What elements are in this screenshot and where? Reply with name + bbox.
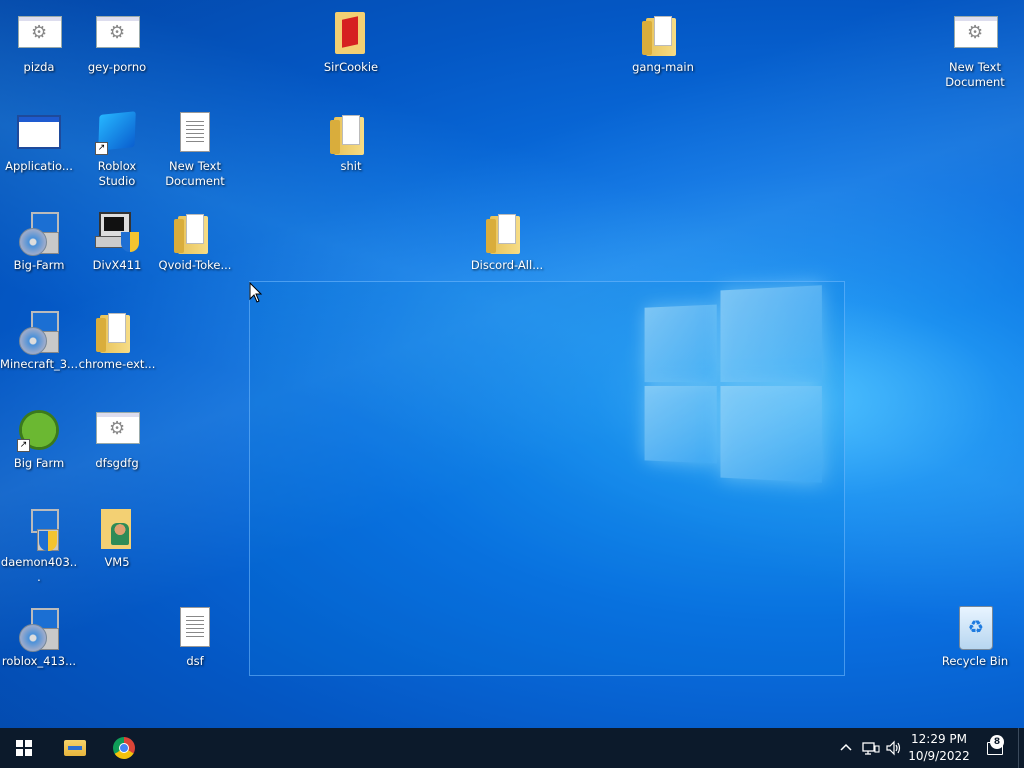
setup-icon	[19, 608, 59, 652]
config-file-icon: ⚙	[18, 16, 62, 48]
recycle-bin-icon: ♻	[959, 606, 993, 650]
desktop-icon-divx411[interactable]: DivX411	[78, 208, 156, 273]
desktop-icon-gang-main[interactable]: gang-main	[624, 10, 702, 75]
desktop-icon-big-farm-setup[interactable]: Big-Farm	[0, 208, 78, 273]
desktop-icon-label: shit	[340, 159, 362, 173]
show-hidden-icons-button[interactable]	[838, 728, 854, 768]
application-icon	[17, 115, 61, 149]
chrome-icon	[113, 737, 135, 759]
desktop-icon-new-text-document-top-right[interactable]: ⚙ New Text Document	[936, 10, 1014, 90]
desktop-icon-label: roblox_413...	[1, 654, 77, 668]
desktop-icon-recycle-bin[interactable]: ♻ Recycle Bin	[936, 604, 1014, 669]
desktop-icon-label: gang-main	[632, 60, 694, 74]
windows-start-icon	[16, 740, 32, 756]
desktop-icon-label: Qvoid-Toke...	[158, 258, 232, 272]
desktop-icon-roblox-studio[interactable]: ↗ Roblox Studio	[78, 109, 156, 189]
shortcut-arrow-icon: ↗	[17, 439, 30, 452]
network-icon	[862, 742, 880, 755]
text-file-icon	[180, 607, 210, 647]
desktop-icon-shit[interactable]: shit	[312, 109, 390, 174]
setup-icon	[19, 509, 59, 551]
desktop-icon-dsf[interactable]: dsf	[156, 604, 234, 669]
desktop-icon-minecraft[interactable]: Minecraft_3...	[0, 307, 78, 372]
desktop-icon-label: Recycle Bin	[941, 654, 1009, 668]
desktop-icon-label: dsf	[186, 654, 204, 668]
desktop-icon-label: gey-porno	[87, 60, 147, 74]
desktop-icon-label: New Text Document	[945, 60, 1005, 89]
user-folder-icon	[101, 509, 131, 549]
desktop-icon-label: New Text Document	[165, 159, 225, 188]
volume-button[interactable]	[885, 728, 903, 768]
desktop-icon-chrome-ext[interactable]: chrome-ext...	[78, 307, 156, 372]
folder-icon	[335, 12, 365, 54]
desktop-icon-big-farm[interactable]: ↗ Big Farm	[0, 406, 78, 471]
config-file-icon: ⚙	[96, 16, 140, 48]
desktop-icon-label: Big Farm	[13, 456, 65, 470]
taskbar: 12:29 PM 10/9/2022 8	[0, 728, 1024, 768]
folder-icon	[486, 214, 520, 254]
desktop-icon-label: pizda	[23, 60, 55, 74]
start-button[interactable]	[0, 728, 48, 768]
desktop-icon-sircookie[interactable]: SirCookie	[312, 10, 390, 75]
config-file-icon: ⚙	[954, 16, 998, 48]
desktop-icon-label: Applicatio...	[5, 159, 73, 173]
desktop-icon-roblox-installer[interactable]: roblox_413...	[0, 604, 78, 669]
setup-icon	[19, 311, 59, 355]
desktop-icon-label: dfsgdfg	[95, 456, 139, 470]
desktop-icon-vm5[interactable]: VM5	[78, 505, 156, 570]
folder-icon	[330, 115, 364, 155]
setup-icon	[19, 212, 59, 256]
volume-icon	[886, 740, 901, 756]
desktop-icon-dfsgdfg[interactable]: ⚙ dfsgdfg	[78, 406, 156, 471]
text-file-icon	[180, 112, 210, 152]
desktop-icon-pizda[interactable]: ⚙ pizda	[0, 10, 78, 75]
file-explorer-icon	[64, 740, 86, 756]
desktop-icon-qvoid-token[interactable]: Qvoid-Toke...	[156, 208, 234, 273]
clock-date: 10/9/2022	[908, 749, 970, 763]
desktop-icon-gey-porno[interactable]: ⚙ gey-porno	[78, 10, 156, 75]
mouse-cursor-icon	[249, 282, 263, 303]
desktop-icon-new-text-document[interactable]: New Text Document	[156, 109, 234, 189]
desktop-icon-label: Discord-All...	[470, 258, 544, 272]
desktop-icon-label: SirCookie	[323, 60, 379, 74]
desktop-icon-application[interactable]: Applicatio...	[0, 109, 78, 174]
desktop-icon-label: chrome-ext...	[78, 357, 156, 371]
action-center-button[interactable]: 8	[980, 728, 1010, 768]
setup-icon	[93, 208, 141, 256]
network-button[interactable]	[862, 728, 880, 768]
chevron-up-icon	[840, 743, 852, 751]
drag-selection-rectangle	[249, 281, 845, 676]
desktop-icon-label: Roblox Studio	[97, 159, 137, 188]
chrome-button[interactable]	[100, 728, 148, 768]
notification-count-badge: 8	[990, 735, 1004, 749]
show-desktop-button[interactable]	[1018, 728, 1024, 768]
taskbar-clock[interactable]: 12:29 PM 10/9/2022	[905, 731, 973, 765]
desktop-icon-label: Big-Farm	[13, 258, 65, 272]
clock-time: 12:29 PM	[911, 732, 967, 746]
desktop-icon-label: DivX411	[92, 258, 142, 272]
folder-icon	[96, 313, 130, 353]
desktop-icon-label: daemon403...	[0, 555, 78, 584]
desktop-icon-label: Minecraft_3...	[0, 357, 78, 371]
desktop-icon-label: VM5	[104, 555, 130, 569]
config-file-icon: ⚙	[96, 412, 140, 444]
shortcut-arrow-icon: ↗	[95, 142, 108, 155]
desktop-icon-daemon[interactable]: daemon403...	[0, 505, 78, 585]
folder-icon	[174, 214, 208, 254]
file-explorer-button[interactable]	[51, 728, 99, 768]
folder-icon	[642, 16, 676, 56]
desktop-icon-discord-all[interactable]: Discord-All...	[468, 208, 546, 273]
